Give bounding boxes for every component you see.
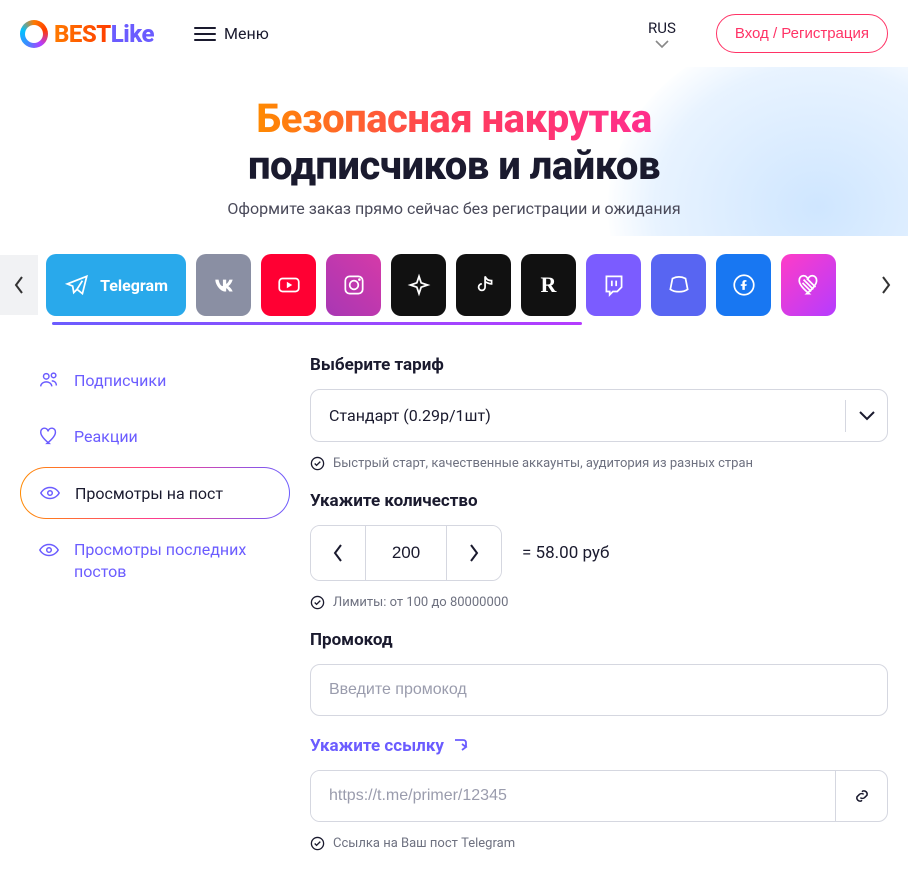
- chevron-right-icon: [467, 543, 481, 563]
- carousel-next-button[interactable]: [864, 255, 908, 315]
- social-row: Telegram R: [38, 254, 864, 316]
- telegram-icon: [64, 272, 90, 298]
- facebook-icon: [731, 272, 757, 298]
- qty-decrease-button[interactable]: [311, 526, 365, 580]
- tariff-select[interactable]: Стандарт (0.29р/1шт): [310, 389, 888, 442]
- tariff-hint-text: Быстрый старт, качественные аккаунты, ау…: [333, 456, 753, 471]
- tile-youtube[interactable]: [261, 254, 316, 316]
- burger-icon: [194, 27, 216, 41]
- check-circle-icon: [310, 595, 325, 610]
- hero-title-plain: подписчиков и лайков: [248, 142, 660, 189]
- tile-vk[interactable]: [196, 254, 251, 316]
- hero-title-gradient: Безопасная накрутка: [256, 95, 651, 142]
- link-input[interactable]: [311, 771, 835, 821]
- select-chevron: [845, 400, 887, 432]
- tile-twitch[interactable]: [586, 254, 641, 316]
- main: Подписчики Реакции Просмотры на пост Про…: [0, 325, 908, 871]
- qty-hint-text: Лимиты: от 100 до 80000000: [333, 595, 508, 610]
- price-display: = 58.00 руб: [522, 543, 609, 563]
- youtube-icon: [276, 272, 302, 298]
- chevron-down-icon: [858, 410, 876, 422]
- sidebar-item-label: Реакции: [74, 427, 138, 446]
- link-label: Укажите ссылку: [310, 736, 888, 756]
- menu-button[interactable]: Меню: [194, 24, 269, 43]
- sidebar-item-label: Просмотры последних постов: [74, 539, 272, 582]
- tariff-value: Стандарт (0.29р/1шт): [329, 406, 491, 425]
- tile-star[interactable]: [391, 254, 446, 316]
- link-paste-button[interactable]: [835, 771, 887, 821]
- tile-facebook[interactable]: [716, 254, 771, 316]
- chevron-right-icon: [880, 275, 892, 295]
- tariff-label: Выберите тариф: [310, 355, 888, 375]
- language-label: RUS: [648, 19, 676, 37]
- language-select[interactable]: RUS: [648, 19, 676, 49]
- check-circle-icon: [310, 456, 325, 471]
- tile-instagram[interactable]: [326, 254, 381, 316]
- sidebar-item-label: Просмотры на пост: [75, 484, 223, 503]
- carousel-prev-button[interactable]: [0, 255, 38, 315]
- heart-icon: [38, 425, 60, 447]
- chevron-down-icon: [655, 39, 669, 49]
- heart-stripes-icon: [796, 272, 822, 298]
- twitch-icon: [601, 272, 627, 298]
- logo-text: BESTLike: [54, 20, 154, 48]
- users-icon: [38, 369, 60, 391]
- quantity-stepper: [310, 525, 502, 581]
- rutube-icon: R: [541, 272, 557, 298]
- tiktok-icon: [471, 272, 497, 298]
- social-carousel: Telegram R: [0, 236, 908, 316]
- sidebar-item-recent-views[interactable]: Просмотры последних постов: [20, 525, 290, 596]
- sidebar-item-label: Подписчики: [74, 371, 166, 390]
- hero: Безопасная накрутка подписчиков и лайков…: [0, 67, 908, 236]
- vk-icon: [211, 272, 237, 298]
- link-icon: [852, 786, 872, 806]
- instagram-icon: [341, 272, 367, 298]
- tariff-hint: Быстрый старт, качественные аккаунты, ау…: [310, 456, 888, 471]
- menu-label: Меню: [224, 24, 269, 43]
- chevron-left-icon: [331, 543, 345, 563]
- logo-like: Like: [111, 20, 154, 48]
- sidebar-item-subscribers[interactable]: Подписчики: [20, 355, 290, 405]
- qty-hint: Лимиты: от 100 до 80000000: [310, 595, 888, 610]
- qty-input[interactable]: [365, 526, 447, 580]
- qty-increase-button[interactable]: [447, 526, 501, 580]
- tile-likee[interactable]: [781, 254, 836, 316]
- sidebar: Подписчики Реакции Просмотры на пост Про…: [20, 355, 290, 851]
- header: BESTLike Меню RUS Вход / Регистрация: [0, 0, 908, 67]
- hero-subtitle: Оформите заказ прямо сейчас без регистра…: [20, 199, 888, 218]
- hero-title: Безопасная накрутка подписчиков и лайков: [20, 95, 888, 189]
- tile-tiktok[interactable]: [456, 254, 511, 316]
- discord-icon: [666, 272, 692, 298]
- qty-row: = 58.00 руб: [310, 525, 888, 581]
- tile-rutube[interactable]: R: [521, 254, 576, 316]
- logo-best: BEST: [54, 20, 111, 48]
- link-input-row: [310, 770, 888, 822]
- arrow-corner-icon: [452, 737, 470, 755]
- logo-mark-icon: [20, 20, 48, 48]
- order-form: Выберите тариф Стандарт (0.29р/1шт) Быст…: [310, 355, 888, 851]
- qty-label: Укажите количество: [310, 491, 888, 511]
- eye-icon: [39, 482, 61, 504]
- chevron-left-icon: [13, 275, 25, 295]
- eye-icon: [38, 539, 60, 561]
- logo[interactable]: BESTLike: [20, 20, 154, 48]
- sparkle-icon: [406, 272, 432, 298]
- tile-discord[interactable]: [651, 254, 706, 316]
- promo-input[interactable]: [310, 664, 888, 716]
- sidebar-item-reactions[interactable]: Реакции: [20, 411, 290, 461]
- promo-label: Промокод: [310, 630, 888, 650]
- auth-button[interactable]: Вход / Регистрация: [716, 14, 888, 53]
- sidebar-item-post-views[interactable]: Просмотры на пост: [20, 467, 290, 519]
- tile-telegram-label: Telegram: [100, 276, 168, 295]
- link-label-text: Укажите ссылку: [310, 736, 444, 756]
- tile-telegram[interactable]: Telegram: [46, 254, 186, 316]
